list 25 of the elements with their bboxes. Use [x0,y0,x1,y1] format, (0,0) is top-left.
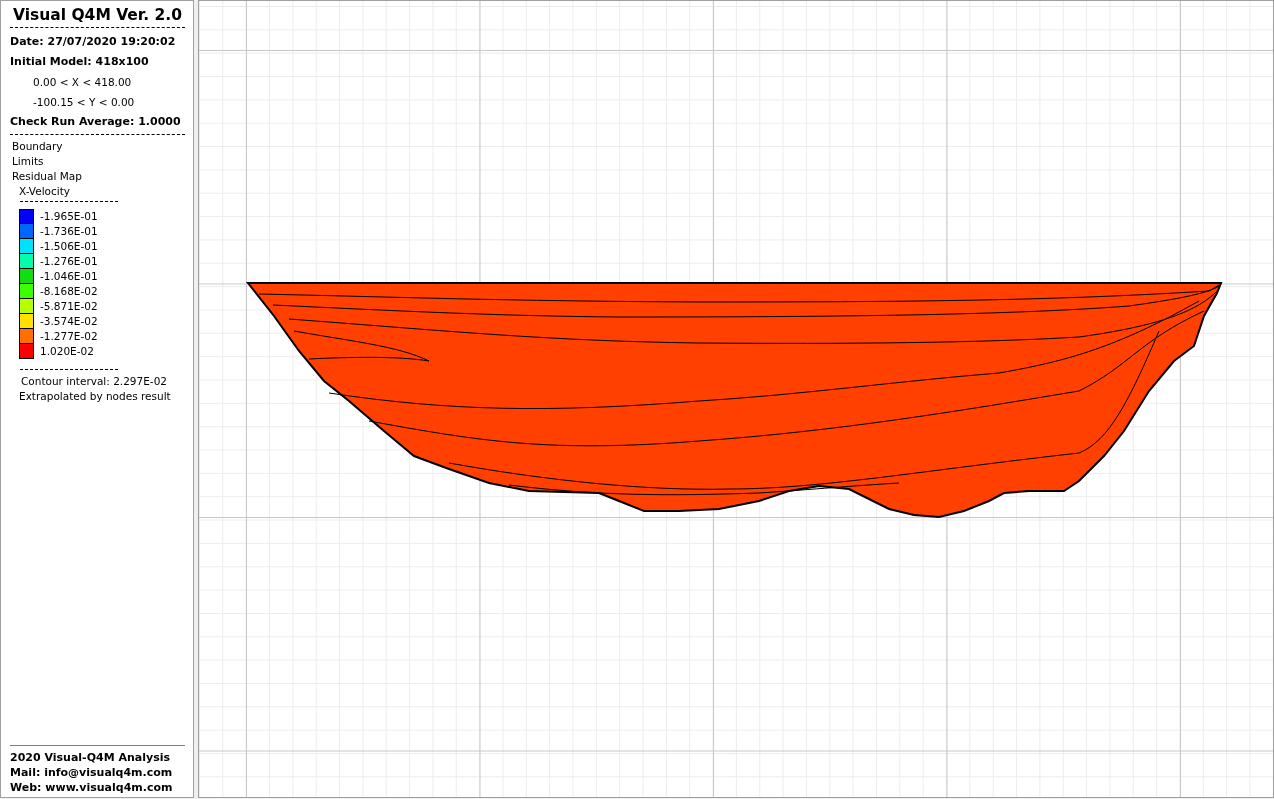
footer-text: Mail: info@visualq4m.com [10,765,174,780]
date-text: Date: 27/07/2020 19:20:02 [10,34,177,50]
legend-value: -3.574E-02 [40,313,98,329]
y-range-text: -100.15 < Y < 0.00 [32,95,136,110]
legend-value: -1.965E-01 [40,208,98,224]
legend-value: -1.276E-01 [40,253,98,269]
app-title: Visual Q4M Ver. 2.0 [11,5,184,25]
footer-text: Web: www.visualq4m.com [10,780,174,795]
check-run-text: Check Run Average: 1.0000 [10,114,182,130]
variable-label: X-Velocity [18,184,72,199]
legend-value: 1.020E-02 [40,343,94,359]
layer-label: Boundary [11,139,64,154]
legend-value: -1.277E-02 [40,328,98,344]
footer-text: 2020 Visual-Q4M Analysis [10,750,172,765]
legend-value: -8.168E-02 [40,283,98,299]
x-range-text: 0.00 < X < 418.00 [32,75,133,90]
legend-value: -1.736E-01 [40,223,98,239]
legend-value: -1.506E-01 [40,238,98,254]
model-size-text: Initial Model: 418x100 [10,54,150,70]
layer-label: Limits [11,154,45,169]
note-text: Extrapolated by nodes result [18,389,172,404]
contour-interval-text: Contour interval: 2.297E-02 [20,374,168,389]
legend-value: -1.046E-01 [40,268,98,284]
legend-value: -5.871E-02 [40,298,98,314]
layer-label: Residual Map [11,169,83,184]
